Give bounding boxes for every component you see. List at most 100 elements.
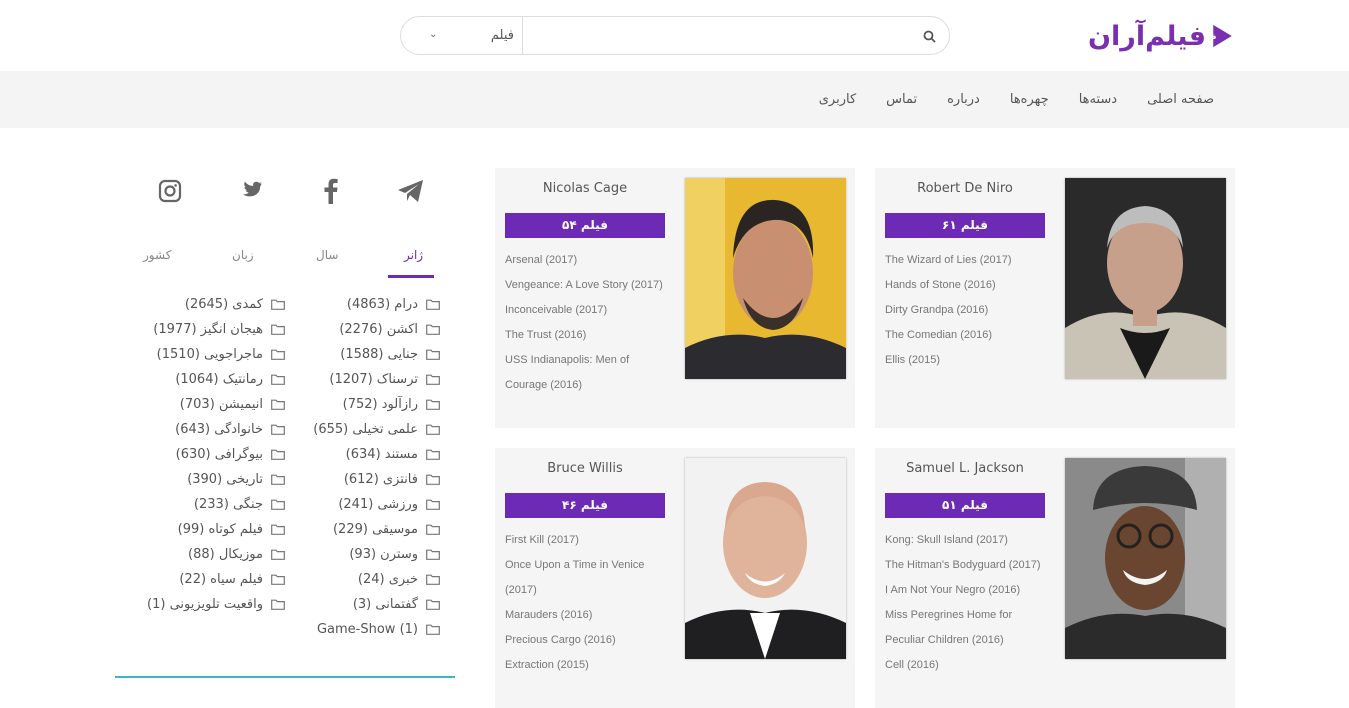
film-count-badge[interactable]: ۴۶ فیلم	[505, 493, 665, 518]
genre-item[interactable]: جنگی (233)	[147, 492, 285, 517]
genre-item[interactable]: اکشن (2276)	[313, 317, 440, 342]
genre-item[interactable]: مستند (634)	[313, 442, 440, 467]
facebook-icon[interactable]	[316, 176, 346, 206]
actor-photo[interactable]	[685, 178, 846, 379]
genre-item[interactable]: رمانتیک (1064)	[147, 367, 285, 392]
actor-photo[interactable]	[685, 458, 846, 659]
film-item[interactable]: I Am Not Your Negro (2016)	[885, 578, 1050, 603]
actor-photo-image	[685, 178, 846, 379]
search-button[interactable]	[919, 26, 939, 46]
genre-label: ورزشی (241)	[338, 497, 418, 512]
genre-item[interactable]: فیلم کوتاه (99)	[147, 517, 285, 542]
actor-card: Nicolas Cage ۵۴ فیلم Arsenal (2017) Veng…	[495, 168, 855, 428]
folder-icon	[271, 499, 285, 510]
folder-icon	[426, 424, 440, 435]
film-count-badge[interactable]: ۵۱ فیلم	[885, 493, 1045, 518]
folder-icon	[426, 349, 440, 360]
film-item[interactable]: USS Indianapolis: Men of	[505, 348, 670, 373]
site-logo[interactable]: فا فیلم‌آران	[1088, 14, 1233, 58]
actor-name[interactable]: Samuel L. Jackson	[885, 461, 1045, 476]
film-item[interactable]: Ellis (2015)	[885, 348, 1050, 373]
genre-item[interactable]: رازآلود (752)	[313, 392, 440, 417]
tab-year[interactable]: سال	[316, 248, 338, 262]
film-item[interactable]: The Trust (2016)	[505, 323, 670, 348]
genre-item[interactable]: جنایی (1588)	[313, 342, 440, 367]
genre-item[interactable]: Game-Show (1)	[313, 617, 440, 642]
genre-label: فیلم کوتاه (99)	[177, 522, 263, 537]
genre-item[interactable]: ترسناک (1207)	[313, 367, 440, 392]
genre-label: خانوادگی (643)	[175, 422, 263, 437]
search-category-select[interactable]: ⌄ فیلم	[401, 17, 523, 54]
nav-item-celebrities[interactable]: چهره‌ها	[1010, 92, 1049, 107]
genre-item[interactable]: کمدی (2645)	[147, 292, 285, 317]
genre-label: ماجراجویی (1510)	[156, 347, 263, 362]
genre-item[interactable]: ورزشی (241)	[313, 492, 440, 517]
film-item[interactable]: Once Upon a Time in Venice	[505, 553, 670, 578]
nav-item-about[interactable]: درباره	[947, 92, 980, 107]
film-item[interactable]: Arsenal (2017)	[505, 248, 670, 273]
genre-item[interactable]: خبری (24)	[313, 567, 440, 592]
film-item[interactable]: Precious Cargo (2016)	[505, 628, 670, 653]
film-item[interactable]: Marauders (2016)	[505, 603, 670, 628]
genre-item[interactable]: انیمیشن (703)	[147, 392, 285, 417]
telegram-icon[interactable]	[396, 176, 426, 206]
genre-item[interactable]: وسترن (93)	[313, 542, 440, 567]
actor-photo-image	[1065, 178, 1226, 379]
genre-item[interactable]: بیوگرافی (630)	[147, 442, 285, 467]
genre-item[interactable]: فیلم سیاه (22)	[147, 567, 285, 592]
film-list: Arsenal (2017) Vengeance: A Love Story (…	[505, 248, 670, 398]
genre-item[interactable]: فانتزی (612)	[313, 467, 440, 492]
actor-name[interactable]: Nicolas Cage	[505, 181, 665, 196]
nav-item-home[interactable]: صفحه اصلی	[1147, 92, 1214, 107]
folder-icon	[271, 549, 285, 560]
film-count-badge[interactable]: ۶۱ فیلم	[885, 213, 1045, 238]
film-item[interactable]: Inconceivable (2017)	[505, 298, 670, 323]
film-count-badge[interactable]: ۵۴ فیلم	[505, 213, 665, 238]
tab-genre[interactable]: ژانر	[404, 248, 423, 262]
genre-item[interactable]: واقعیت تلویزیونی (1)	[147, 592, 285, 617]
genre-item[interactable]: موزیکال (88)	[147, 542, 285, 567]
film-item[interactable]: Extraction (2015)	[505, 653, 670, 678]
nav-item-contact[interactable]: تماس	[886, 92, 917, 107]
actor-name[interactable]: Robert De Niro	[885, 181, 1045, 196]
film-item[interactable]: Courage (2016)	[505, 373, 670, 398]
film-item[interactable]: Peculiar Children (2016)	[885, 628, 1050, 653]
genre-item[interactable]: درام (4863)	[313, 292, 440, 317]
film-item[interactable]: (2017)	[505, 578, 670, 603]
tab-language[interactable]: زبان	[232, 248, 254, 262]
genre-item[interactable]: گفتمانی (3)	[313, 592, 440, 617]
genre-item[interactable]: تاریخی (390)	[147, 467, 285, 492]
folder-icon	[271, 449, 285, 460]
genre-item[interactable]: ماجراجویی (1510)	[147, 342, 285, 367]
genre-item[interactable]: موسیقی (229)	[313, 517, 440, 542]
film-list: First Kill (2017) Once Upon a Time in Ve…	[505, 528, 670, 678]
genre-label: بیوگرافی (630)	[175, 447, 263, 462]
film-item[interactable]: Kong: Skull Island (2017)	[885, 528, 1050, 553]
genre-item[interactable]: علمی تخیلی (655)	[313, 417, 440, 442]
film-item[interactable]: Miss Peregrines Home for	[885, 603, 1050, 628]
film-item[interactable]: Dirty Grandpa (2016)	[885, 298, 1050, 323]
twitter-icon[interactable]	[235, 176, 265, 206]
folder-icon	[426, 299, 440, 310]
instagram-icon[interactable]	[155, 176, 185, 206]
folder-icon	[426, 524, 440, 535]
film-item[interactable]: Vengeance: A Love Story (2017)	[505, 273, 670, 298]
genre-item[interactable]: هیجان انگیز (1977)	[147, 317, 285, 342]
actor-card: Robert De Niro ۶۱ فیلم The Wizard of Lie…	[875, 168, 1235, 428]
actor-photo[interactable]	[1065, 178, 1226, 379]
film-item[interactable]: The Wizard of Lies (2017)	[885, 248, 1050, 273]
folder-icon	[271, 424, 285, 435]
nav-item-user[interactable]: کاربری	[819, 92, 856, 107]
active-tab-indicator	[388, 275, 434, 278]
tab-country[interactable]: کشور	[143, 248, 171, 262]
genre-label: تاریخی (390)	[187, 472, 263, 487]
film-item[interactable]: First Kill (2017)	[505, 528, 670, 553]
film-item[interactable]: The Comedian (2016)	[885, 323, 1050, 348]
film-item[interactable]: Hands of Stone (2016)	[885, 273, 1050, 298]
actor-name[interactable]: Bruce Willis	[505, 461, 665, 476]
genre-item[interactable]: خانوادگی (643)	[147, 417, 285, 442]
film-item[interactable]: Cell (2016)	[885, 653, 1050, 678]
nav-item-categories[interactable]: دسته‌ها	[1079, 92, 1117, 107]
actor-photo[interactable]	[1065, 458, 1226, 659]
film-item[interactable]: The Hitman's Bodyguard (2017)	[885, 553, 1050, 578]
